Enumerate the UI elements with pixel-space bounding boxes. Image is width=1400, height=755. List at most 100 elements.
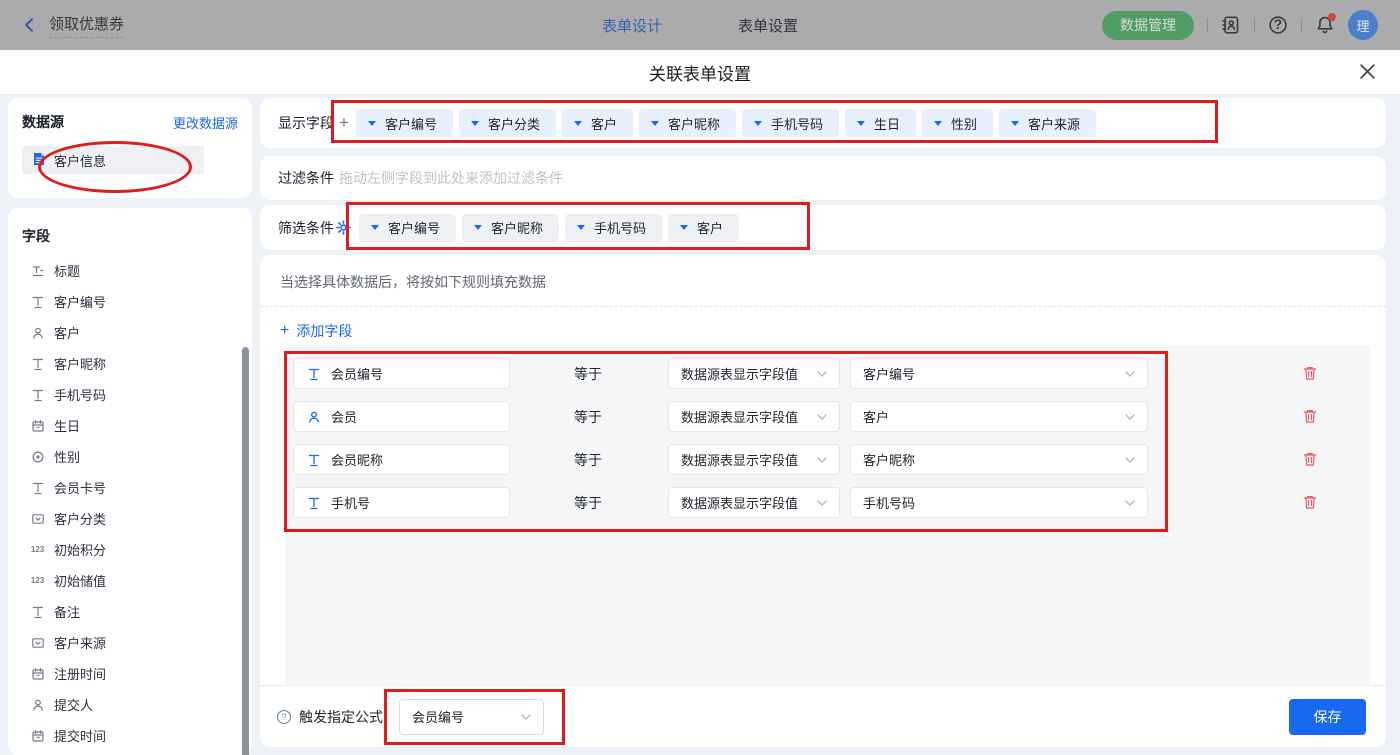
trash-icon[interactable] (1302, 451, 1318, 468)
help-icon[interactable]: ? (1268, 15, 1288, 35)
tab-form-design[interactable]: 表单设计 (602, 15, 662, 36)
text-icon (306, 366, 321, 381)
field-item[interactable]: 标题 (22, 260, 238, 281)
datasource-item[interactable]: 客户信息 (22, 146, 204, 174)
field-item-label: 客户来源 (54, 633, 106, 652)
text-icon (306, 495, 321, 510)
notification-dot (1328, 13, 1336, 21)
field-item[interactable]: 客户 (22, 322, 238, 343)
rule-value-select[interactable]: 客户 (850, 401, 1148, 432)
field-item[interactable]: 注册时间 (22, 663, 238, 684)
field-item[interactable]: 手机号码 (22, 384, 238, 405)
screen-condition-tag[interactable]: 客户编号 (359, 214, 456, 242)
scrollbar[interactable] (242, 347, 249, 755)
field-item[interactable]: 会员卡号 (22, 477, 238, 498)
field-item[interactable]: 性别 (22, 446, 238, 467)
rule-value-select[interactable]: 手机号码 (850, 487, 1148, 518)
tag-label: 客户编号 (388, 218, 440, 237)
rule-source-select[interactable]: 数据源表显示字段值 (668, 487, 840, 518)
datasource-panel: 数据源 更改数据源 客户信息 (8, 98, 252, 198)
add-display-field-button[interactable]: + (339, 113, 349, 133)
screen-condition-tag[interactable]: 客户昵称 (462, 214, 559, 242)
tag-label: 客户 (591, 114, 617, 133)
field-item[interactable]: 123初始储值 (22, 570, 238, 591)
rule-field-box[interactable]: 会员编号 (293, 358, 510, 389)
triangle-down-icon (651, 121, 659, 126)
back-icon[interactable] (22, 17, 37, 33)
field-item-label: 性别 (54, 447, 80, 466)
close-icon[interactable] (1359, 63, 1376, 85)
field-item[interactable]: 生日 (22, 415, 238, 436)
screen-condition-tag[interactable]: 手机号码 (565, 214, 662, 242)
rule-source-select[interactable]: 数据源表显示字段值 (668, 358, 840, 389)
tag-label: 客户昵称 (668, 114, 720, 133)
plus-icon: + (280, 322, 289, 340)
display-field-tag[interactable]: 客户 (562, 109, 633, 137)
rule-row: 手机号等于数据源表显示字段值手机号码 (293, 487, 1370, 518)
display-field-tag[interactable]: 生日 (845, 109, 916, 137)
tag-label: 性别 (951, 114, 977, 133)
field-item[interactable]: 提交时间 (22, 725, 238, 746)
field-item-label: 标题 (54, 261, 80, 280)
formula-select[interactable]: 会员编号 (399, 699, 544, 735)
bell-icon[interactable] (1315, 15, 1335, 35)
display-field-tag[interactable]: 客户昵称 (639, 109, 736, 137)
field-item[interactable]: 提交人 (22, 694, 238, 715)
triangle-down-icon (368, 121, 376, 126)
contacts-icon[interactable] (1221, 15, 1241, 35)
rule-field-box[interactable]: 会员昵称 (293, 444, 510, 475)
display-field-tag[interactable]: 手机号码 (742, 109, 839, 137)
tag-label: 客户分类 (488, 114, 540, 133)
field-item-label: 会员卡号 (54, 478, 106, 497)
rule-field-box[interactable]: 手机号 (293, 487, 510, 518)
display-field-tag[interactable]: 客户编号 (356, 109, 453, 137)
field-item-label: 客户分类 (54, 509, 106, 528)
avatar[interactable]: 理 (1348, 10, 1378, 40)
triangle-down-icon (574, 121, 582, 126)
triangle-down-icon (371, 225, 379, 230)
gear-icon[interactable] (336, 220, 351, 235)
field-item[interactable]: 客户分类 (22, 508, 238, 529)
save-button[interactable]: 保存 (1289, 699, 1366, 735)
rule-operator: 等于 (574, 407, 604, 427)
screen-condition-row: 筛选条件 客户编号客户昵称手机号码客户 (260, 205, 1386, 250)
select-icon (30, 635, 45, 650)
rules-container: 会员编号等于数据源表显示字段值客户编号会员等于数据源表显示字段值客户会员昵称等于… (285, 345, 1370, 685)
field-item[interactable]: 客户来源 (22, 632, 238, 653)
field-item[interactable]: 客户编号 (22, 291, 238, 312)
tag-label: 手机号码 (771, 114, 823, 133)
form-title[interactable]: 领取优惠券 (49, 13, 124, 38)
question-circle-icon[interactable]: ? (276, 709, 292, 725)
datasource-title: 数据源 (22, 112, 64, 132)
field-item[interactable]: 123初始积分 (22, 539, 238, 560)
filter-dropzone[interactable]: 拖动左侧字段到此处来添加过滤条件 (339, 168, 563, 188)
display-field-tag[interactable]: 客户来源 (999, 109, 1096, 137)
tab-form-settings[interactable]: 表单设置 (738, 15, 798, 36)
field-item-label: 生日 (54, 416, 80, 435)
radio-icon (30, 449, 45, 464)
text-icon (30, 356, 45, 371)
field-item-label: 初始储值 (54, 571, 106, 590)
field-item[interactable]: 备注 (22, 601, 238, 622)
rule-source-select[interactable]: 数据源表显示字段值 (668, 444, 840, 475)
display-field-tag[interactable]: 性别 (922, 109, 993, 137)
triangle-down-icon (680, 225, 688, 230)
rules-hint: 当选择具体数据后，将按如下规则填充数据 (260, 255, 1386, 292)
tag-label: 客户昵称 (491, 218, 543, 237)
trash-icon[interactable] (1302, 494, 1318, 511)
screen-condition-tag[interactable]: 客户 (668, 214, 739, 242)
trash-icon[interactable] (1302, 365, 1318, 382)
data-manage-button[interactable]: 数据管理 (1102, 11, 1194, 40)
trash-icon[interactable] (1302, 408, 1318, 425)
rule-operator: 等于 (574, 450, 604, 470)
fill-rules-panel: 当选择具体数据后，将按如下规则填充数据 + 添加字段 会员编号等于数据源表显示字… (260, 255, 1386, 747)
display-field-tag[interactable]: 客户分类 (459, 109, 556, 137)
modal-title: 关联表单设置 (649, 60, 751, 85)
rule-field-label: 会员编号 (331, 364, 383, 383)
rule-value-select[interactable]: 客户昵称 (850, 444, 1148, 475)
rule-source-select[interactable]: 数据源表显示字段值 (668, 401, 840, 432)
field-item[interactable]: 客户昵称 (22, 353, 238, 374)
rule-value-select[interactable]: 客户编号 (850, 358, 1148, 389)
change-datasource-link[interactable]: 更改数据源 (173, 113, 238, 132)
rule-field-box[interactable]: 会员 (293, 401, 510, 432)
